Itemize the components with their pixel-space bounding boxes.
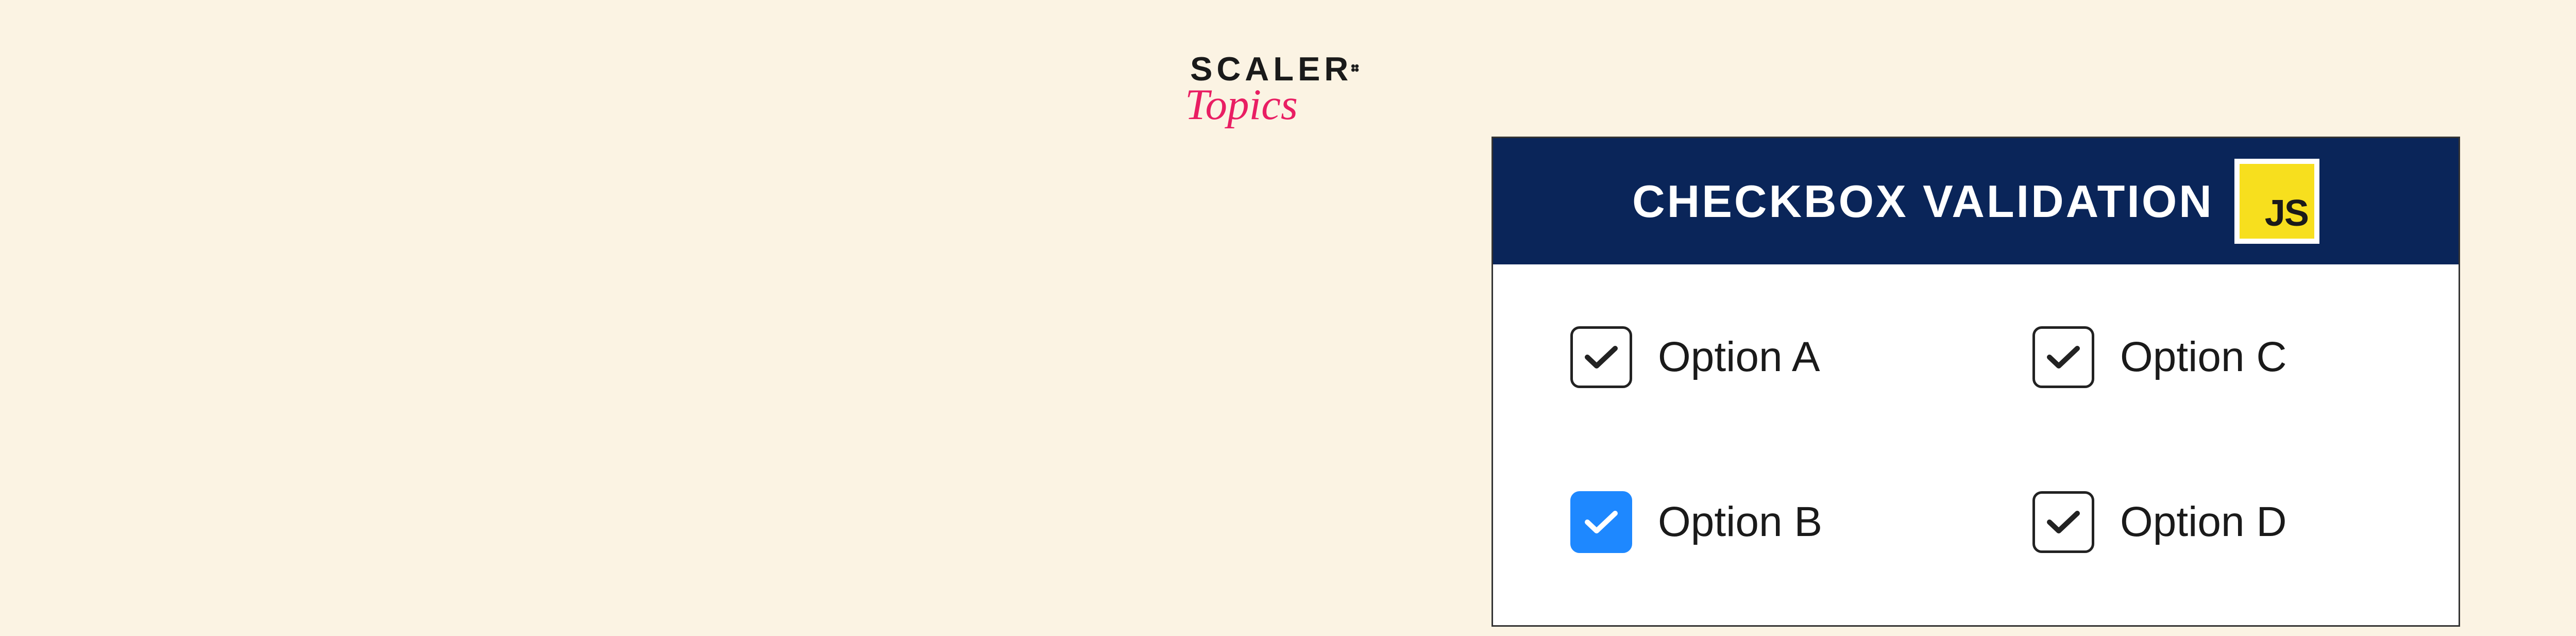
check-icon xyxy=(2045,509,2081,535)
checkbox-option-b[interactable] xyxy=(1570,491,1632,553)
checkbox-option-c[interactable] xyxy=(2032,326,2094,388)
card-title: CHECKBOX VALIDATION xyxy=(1632,175,2214,228)
card-header: CHECKBOX VALIDATION JS xyxy=(1493,138,2459,264)
js-badge-inner: JS xyxy=(2240,164,2314,239)
checkbox-option-a[interactable] xyxy=(1570,326,1632,388)
scaler-topics-logo: SCALER Topics xyxy=(1190,54,1352,130)
check-icon xyxy=(1583,509,1619,535)
check-icon xyxy=(2045,344,2081,370)
js-badge-text: JS xyxy=(2265,192,2308,235)
js-badge: JS xyxy=(2234,159,2319,244)
option-a-label: Option A xyxy=(1658,333,1820,381)
option-d: Option D xyxy=(2032,491,2381,553)
option-d-label: Option D xyxy=(2120,498,2287,546)
checkbox-option-d[interactable] xyxy=(2032,491,2094,553)
checkbox-validation-card: CHECKBOX VALIDATION JS Option A Option C… xyxy=(1492,137,2460,627)
option-c: Option C xyxy=(2032,326,2381,388)
option-c-label: Option C xyxy=(2120,333,2287,381)
option-b-label: Option B xyxy=(1658,498,1822,546)
option-b: Option B xyxy=(1570,491,1919,553)
option-a: Option A xyxy=(1570,326,1919,388)
check-icon xyxy=(1583,344,1619,370)
logo-text-scaler: SCALER xyxy=(1190,54,1352,85)
card-body: Option A Option C Option B Option D xyxy=(1493,264,2459,625)
